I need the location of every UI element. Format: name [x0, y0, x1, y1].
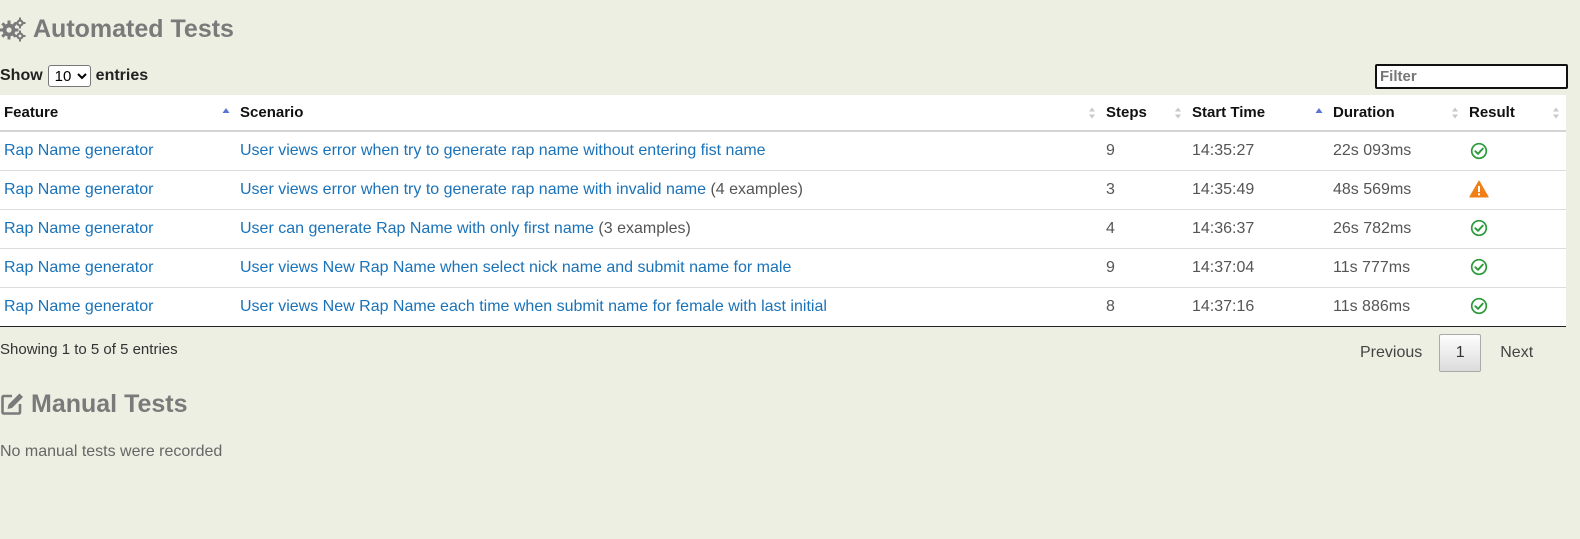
scenario-results-table: Feature Scenario Steps Start Time Durati… — [0, 95, 1566, 327]
duration-cell: 22s 093ms — [1333, 141, 1412, 159]
steps-cell: 4 — [1106, 219, 1115, 237]
steps-cell: 9 — [1106, 258, 1115, 276]
check-circle-icon — [1470, 142, 1488, 159]
manual-tests-heading: Manual Tests — [0, 388, 188, 420]
sort-both-icon — [1089, 107, 1095, 118]
page: Automated Tests Show 10 entries Feature … — [0, 0, 1580, 539]
automated-tests-heading: Automated Tests — [0, 13, 234, 45]
pagination: Previous 1 Next — [1360, 334, 1533, 372]
warning-icon — [1469, 180, 1489, 198]
duration-cell: 11s 777ms — [1333, 258, 1411, 276]
feature-link[interactable]: Rap Name generator — [4, 220, 153, 237]
check-circle-icon — [1470, 220, 1488, 237]
steps-cell: 9 — [1106, 141, 1115, 159]
start-time-cell: 14:37:16 — [1192, 297, 1255, 315]
length-menu-suffix: entries — [95, 67, 149, 84]
feature-link[interactable]: Rap Name generator — [4, 181, 153, 198]
sort-both-icon — [1553, 107, 1559, 118]
sort-ascending-icon — [1315, 107, 1323, 113]
manual-tests-title: Manual Tests — [31, 389, 188, 418]
column-header-scenario[interactable]: Scenario — [236, 95, 1102, 132]
check-circle-icon — [1470, 298, 1488, 315]
feature-link[interactable]: Rap Name generator — [4, 142, 153, 159]
table-header-row: Feature Scenario Steps Start Time Durati… — [0, 95, 1566, 132]
start-time-cell: 14:36:37 — [1192, 219, 1255, 237]
automated-tests-title: Automated Tests — [33, 14, 234, 43]
edit-icon — [1, 393, 23, 415]
steps-cell: 8 — [1106, 297, 1115, 315]
sort-both-icon — [1175, 107, 1181, 118]
duration-cell: 48s 569ms — [1333, 180, 1412, 198]
column-header-steps[interactable]: Steps — [1102, 95, 1188, 132]
column-header-duration[interactable]: Duration — [1329, 95, 1465, 132]
scenario-link[interactable]: User views New Rap Name each time when s… — [240, 298, 827, 315]
duration-cell: 26s 782ms — [1333, 219, 1412, 237]
table-row: Rap Name generator User views New Rap Na… — [0, 287, 1566, 326]
length-menu-prefix: Show — [0, 67, 43, 84]
table-row: Rap Name generator User views error when… — [0, 170, 1566, 209]
entries-per-page-select[interactable]: 10 — [47, 65, 91, 87]
table-row: Rap Name generator User views error when… — [0, 131, 1566, 170]
scenario-link[interactable]: User can generate Rap Name with only fir… — [240, 220, 594, 237]
previous-button[interactable]: Previous — [1360, 344, 1422, 362]
check-circle-icon — [1470, 259, 1488, 276]
table-row: Rap Name generator User can generate Rap… — [0, 209, 1566, 248]
start-time-cell: 14:35:27 — [1192, 141, 1255, 159]
length-menu: Show 10 entries — [0, 64, 148, 88]
steps-cell: 3 — [1106, 180, 1115, 198]
table-row: Rap Name generator User views New Rap Na… — [0, 248, 1566, 287]
duration-cell: 11s 886ms — [1333, 297, 1411, 315]
scenario-link[interactable]: User views New Rap Name when select nick… — [240, 259, 791, 276]
scenario-link[interactable]: User views error when try to generate ra… — [240, 181, 706, 198]
filter-input[interactable] — [1375, 64, 1568, 89]
start-time-cell: 14:35:49 — [1192, 180, 1255, 198]
column-header-feature[interactable]: Feature — [0, 95, 236, 132]
manual-tests-empty-message: No manual tests were recorded — [0, 443, 223, 460]
page-1-button[interactable]: 1 — [1439, 334, 1482, 372]
next-button[interactable]: Next — [1500, 344, 1533, 362]
feature-link[interactable]: Rap Name generator — [4, 259, 153, 276]
examples-count: (4 examples) — [710, 180, 803, 198]
scenario-link[interactable]: User views error when try to generate ra… — [240, 142, 766, 159]
sort-ascending-icon — [222, 107, 230, 113]
column-header-result[interactable]: Result — [1465, 95, 1566, 132]
start-time-cell: 14:37:04 — [1192, 258, 1255, 276]
table-info: Showing 1 to 5 of 5 entries — [0, 341, 178, 358]
gears-icon — [0, 17, 26, 42]
feature-link[interactable]: Rap Name generator — [4, 298, 153, 315]
column-header-start-time[interactable]: Start Time — [1188, 95, 1329, 132]
examples-count: (3 examples) — [598, 219, 691, 237]
sort-both-icon — [1452, 107, 1458, 118]
